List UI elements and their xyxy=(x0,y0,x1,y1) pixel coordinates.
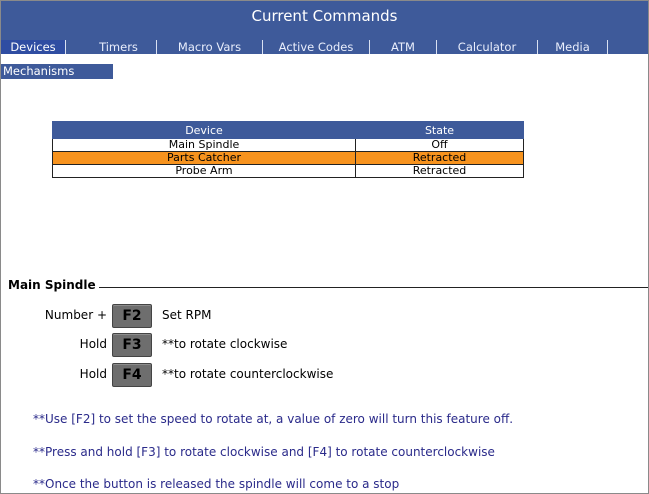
f2-key-icon[interactable]: F2 xyxy=(112,304,152,328)
column-header-device: Device xyxy=(52,121,356,139)
key-description: **to rotate clockwise xyxy=(162,337,288,351)
table-header-row: Device State xyxy=(52,121,524,139)
tab-calculator[interactable]: Calculator xyxy=(437,40,538,54)
device-table: Device State Main Spindle Off Parts Catc… xyxy=(52,121,524,178)
table-row-selected[interactable]: Parts Catcher Retracted xyxy=(52,151,524,165)
tab-bar: Devices Timers Macro Vars Active Codes A… xyxy=(1,32,648,54)
subtab-bar: Mechanisms xyxy=(1,64,648,79)
tab-media[interactable]: Media xyxy=(538,40,608,54)
key-prefix-label: Hold xyxy=(79,337,107,351)
tab-timers[interactable]: Timers xyxy=(81,40,157,54)
key-prefix-label: Hold xyxy=(79,367,107,381)
help-note: **Use [F2] to set the speed to rotate at… xyxy=(33,412,514,426)
tab-macro-vars[interactable]: Macro Vars xyxy=(157,40,263,54)
key-prefix-label: Number + xyxy=(44,308,107,322)
table-row[interactable]: Main Spindle Off xyxy=(52,138,524,152)
current-commands-window: Current Commands Devices Timers Macro Va… xyxy=(0,0,649,494)
key-description: Set RPM xyxy=(162,308,212,322)
key-description: **to rotate counterclockwise xyxy=(162,367,334,381)
help-note: **Once the button is released the spindl… xyxy=(33,477,400,491)
window-title: Current Commands xyxy=(1,1,648,32)
f3-key-icon[interactable]: F3 xyxy=(112,333,152,357)
tab-atm[interactable]: ATM xyxy=(370,40,437,54)
tab-active-codes[interactable]: Active Codes xyxy=(263,40,370,54)
device-name-cell: Parts Catcher xyxy=(52,151,356,165)
group-title: Main Spindle xyxy=(8,278,99,292)
device-state-cell: Retracted xyxy=(355,164,524,178)
device-state-cell: Retracted xyxy=(355,151,524,165)
tab-devices[interactable]: Devices xyxy=(1,40,66,54)
device-name-cell: Probe Arm xyxy=(52,164,356,178)
column-header-state: State xyxy=(355,121,524,139)
f4-key-icon[interactable]: F4 xyxy=(112,363,152,387)
device-name-cell: Main Spindle xyxy=(52,138,356,152)
group-divider xyxy=(8,287,648,288)
subtab-mechanisms[interactable]: Mechanisms xyxy=(1,64,113,79)
device-state-cell: Off xyxy=(355,138,524,152)
help-note: **Press and hold [F3] to rotate clockwis… xyxy=(33,445,495,459)
table-row[interactable]: Probe Arm Retracted xyxy=(52,164,524,178)
